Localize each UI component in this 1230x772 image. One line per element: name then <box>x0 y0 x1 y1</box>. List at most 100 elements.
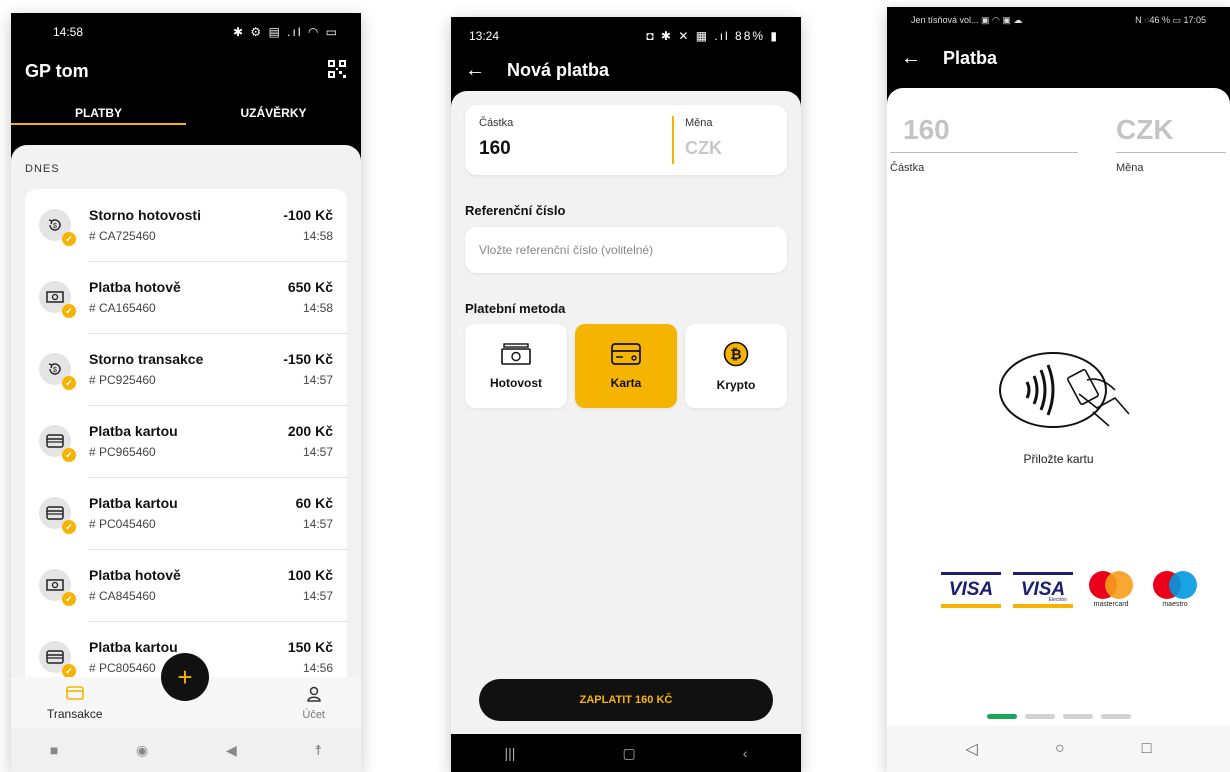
reference-label: Referenční číslo <box>465 203 566 218</box>
transaction-row[interactable]: $ ✓ Storno transakce # PC925460 -150 Kč 14:57 <box>25 333 347 405</box>
card-brand-logos: VISA VISA Electron mastercard maestro <box>941 570 1201 610</box>
transaction-time: 14:57 <box>302 589 333 603</box>
check-icon: ✓ <box>62 304 76 318</box>
status-time: 14:58 <box>53 25 84 39</box>
transaction-row[interactable]: ✓ Platba hotově # CA165460 650 Kč 14:58 <box>25 261 347 333</box>
transaction-amount: -100 Kč <box>283 207 333 223</box>
svg-text:₿: ₿ <box>730 346 741 362</box>
transaction-title: Storno transakce <box>89 351 204 367</box>
transaction-ref: # PC925460 <box>89 373 156 387</box>
nav-account[interactable]: Účet <box>302 677 325 729</box>
system-nav-bar: ||| ▢ ‹ <box>451 734 801 772</box>
transaction-info: Storno transakce # PC925460 <box>89 351 283 387</box>
transaction-meta: 60 Kč 14:57 <box>296 495 333 531</box>
card-icon <box>65 685 84 704</box>
add-payment-button[interactable]: + <box>161 653 209 701</box>
visa-logo: VISA <box>941 572 1001 608</box>
check-icon: ✓ <box>62 376 76 390</box>
transaction-ref: # PC965460 <box>89 445 156 459</box>
maestro-logo: maestro <box>1149 570 1201 610</box>
transaction-row[interactable]: ✓ Platba hotově # CA845460 100 Kč 14:57 <box>25 549 347 621</box>
pay-button[interactable]: ZAPLATIT 160 KČ <box>479 679 773 721</box>
currency-underline <box>1116 152 1226 153</box>
page-title: Platba <box>943 47 998 68</box>
transaction-title: Storno hotovosti <box>89 207 201 223</box>
method-card[interactable]: Karta <box>575 324 677 408</box>
card-icon: ✓ <box>39 497 76 534</box>
amount-value[interactable]: 160 <box>479 138 511 160</box>
transaction-ref: # CA845460 <box>89 589 156 603</box>
app-bar: GP tom <box>11 51 361 91</box>
maestro-logo-text: maestro <box>1162 601 1188 608</box>
transaction-meta: -150 Kč 14:57 <box>283 351 333 387</box>
transaction-title: Platba kartou <box>89 495 178 511</box>
method-cash[interactable]: Hotovost <box>465 324 567 408</box>
back-arrow-icon[interactable]: ← <box>901 47 921 70</box>
phone-transactions: 14:58 ✱ ⚙ ▤ .ıl ◠ ▭ GP tom PLATBY UZÁVĚR… <box>11 13 361 772</box>
user-icon <box>306 686 322 706</box>
back-arrow-icon[interactable]: ← <box>465 59 485 82</box>
recents-icon[interactable]: ■ <box>50 742 58 758</box>
qr-code-icon[interactable] <box>327 59 347 84</box>
status-bar: 14:58 ✱ ⚙ ▤ .ıl ◠ ▭ <box>11 13 361 51</box>
transaction-amount: 100 Kč <box>287 567 333 583</box>
reference-input[interactable] <box>465 227 787 273</box>
status-bar: Jen tísňová vol... ▣ ◠ ▣ ☁ N ◌46 % ▭ 17:… <box>887 7 1230 35</box>
transaction-info: Platba hotově # CA845460 <box>89 567 288 603</box>
status-icons: ◘ ✱ ✕ ▦ .ıl 88% ▮ <box>646 29 779 43</box>
home-icon[interactable]: ○ <box>1055 740 1065 758</box>
system-nav-bar: ◁ ○ □ <box>887 726 1230 772</box>
home-icon[interactable]: ◉ <box>136 742 148 759</box>
tab-bar: PLATBY UZÁVĚRKY <box>11 91 361 135</box>
system-nav-bar: ■ ◉ ◀ ☨ <box>11 728 361 772</box>
tap-card-instruction: Přiložte kartu <box>1023 452 1094 466</box>
phone-card-payment: Jen tísňová vol... ▣ ◠ ▣ ☁ N ◌46 % ▭ 17:… <box>887 7 1230 772</box>
home-icon[interactable]: ▢ <box>622 745 635 762</box>
check-icon: ✓ <box>62 232 76 246</box>
amount-card[interactable]: Částka 160 Měna CZK <box>465 105 787 175</box>
transaction-ref: # PC045460 <box>89 517 156 531</box>
svg-text:$: $ <box>53 367 57 374</box>
app-bar: ← Platba <box>887 35 1230 81</box>
tab-closures[interactable]: UZÁVĚRKY <box>186 91 361 135</box>
transaction-time: 14:58 <box>302 229 333 243</box>
pager-dot[interactable] <box>1101 714 1131 719</box>
currency-label: Měna <box>1116 162 1144 174</box>
back-icon[interactable]: ‹ <box>743 745 748 761</box>
currency-divider <box>672 116 674 164</box>
transaction-meta: 100 Kč 14:57 <box>288 567 333 603</box>
transaction-meta: 150 Kč 14:56 <box>288 639 333 675</box>
nav-transactions[interactable]: Transakce <box>47 677 103 729</box>
accessibility-icon[interactable]: ☨ <box>314 742 322 759</box>
phone-new-payment: 13:24 ◘ ✱ ✕ ▦ .ıl 88% ▮ ← Nová platba Čá… <box>451 17 801 772</box>
nav-transactions-label: Transakce <box>47 706 103 721</box>
transaction-amount: 60 Kč <box>295 495 333 511</box>
transaction-meta: 200 Kč 14:57 <box>288 423 333 459</box>
recents-icon[interactable]: ||| <box>505 745 516 761</box>
check-icon: ✓ <box>62 520 76 534</box>
transaction-row[interactable]: ✓ Platba kartou # PC045460 60 Kč 14:57 <box>25 477 347 549</box>
transaction-info: Platba hotově # CA165460 <box>89 279 288 315</box>
transaction-amount: 200 Kč <box>287 423 333 439</box>
visa-electron-logo: VISA Electron <box>1013 572 1073 608</box>
back-icon[interactable]: ◁ <box>966 739 978 759</box>
transaction-row[interactable]: $ ✓ Storno hotovosti # CA725460 -100 Kč 14:58 <box>25 189 347 261</box>
recents-icon[interactable]: □ <box>1142 740 1152 758</box>
page-title: Nová platba <box>507 59 610 80</box>
currency-value[interactable]: CZK <box>685 138 722 159</box>
back-icon[interactable]: ◀ <box>226 742 237 759</box>
refund-icon: $ ✓ <box>39 353 76 390</box>
transaction-time: 14:57 <box>302 373 333 387</box>
pager-dot[interactable] <box>987 714 1017 719</box>
tab-payments[interactable]: PLATBY <box>11 91 186 135</box>
app-title: GP tom <box>25 60 89 81</box>
transaction-row[interactable]: ✓ Platba kartou # PC965460 200 Kč 14:57 <box>25 405 347 477</box>
pager-dot[interactable] <box>1025 714 1055 719</box>
app-bar: ← Nová platba <box>451 55 801 85</box>
transaction-ref: # CA165460 <box>89 301 156 315</box>
transaction-time: 14:58 <box>302 301 333 315</box>
card-icon: ✓ <box>39 425 76 462</box>
pager-dot[interactable] <box>1063 714 1093 719</box>
method-crypto[interactable]: ₿ Krypto <box>685 324 787 408</box>
method-crypto-label: Krypto <box>716 377 756 392</box>
